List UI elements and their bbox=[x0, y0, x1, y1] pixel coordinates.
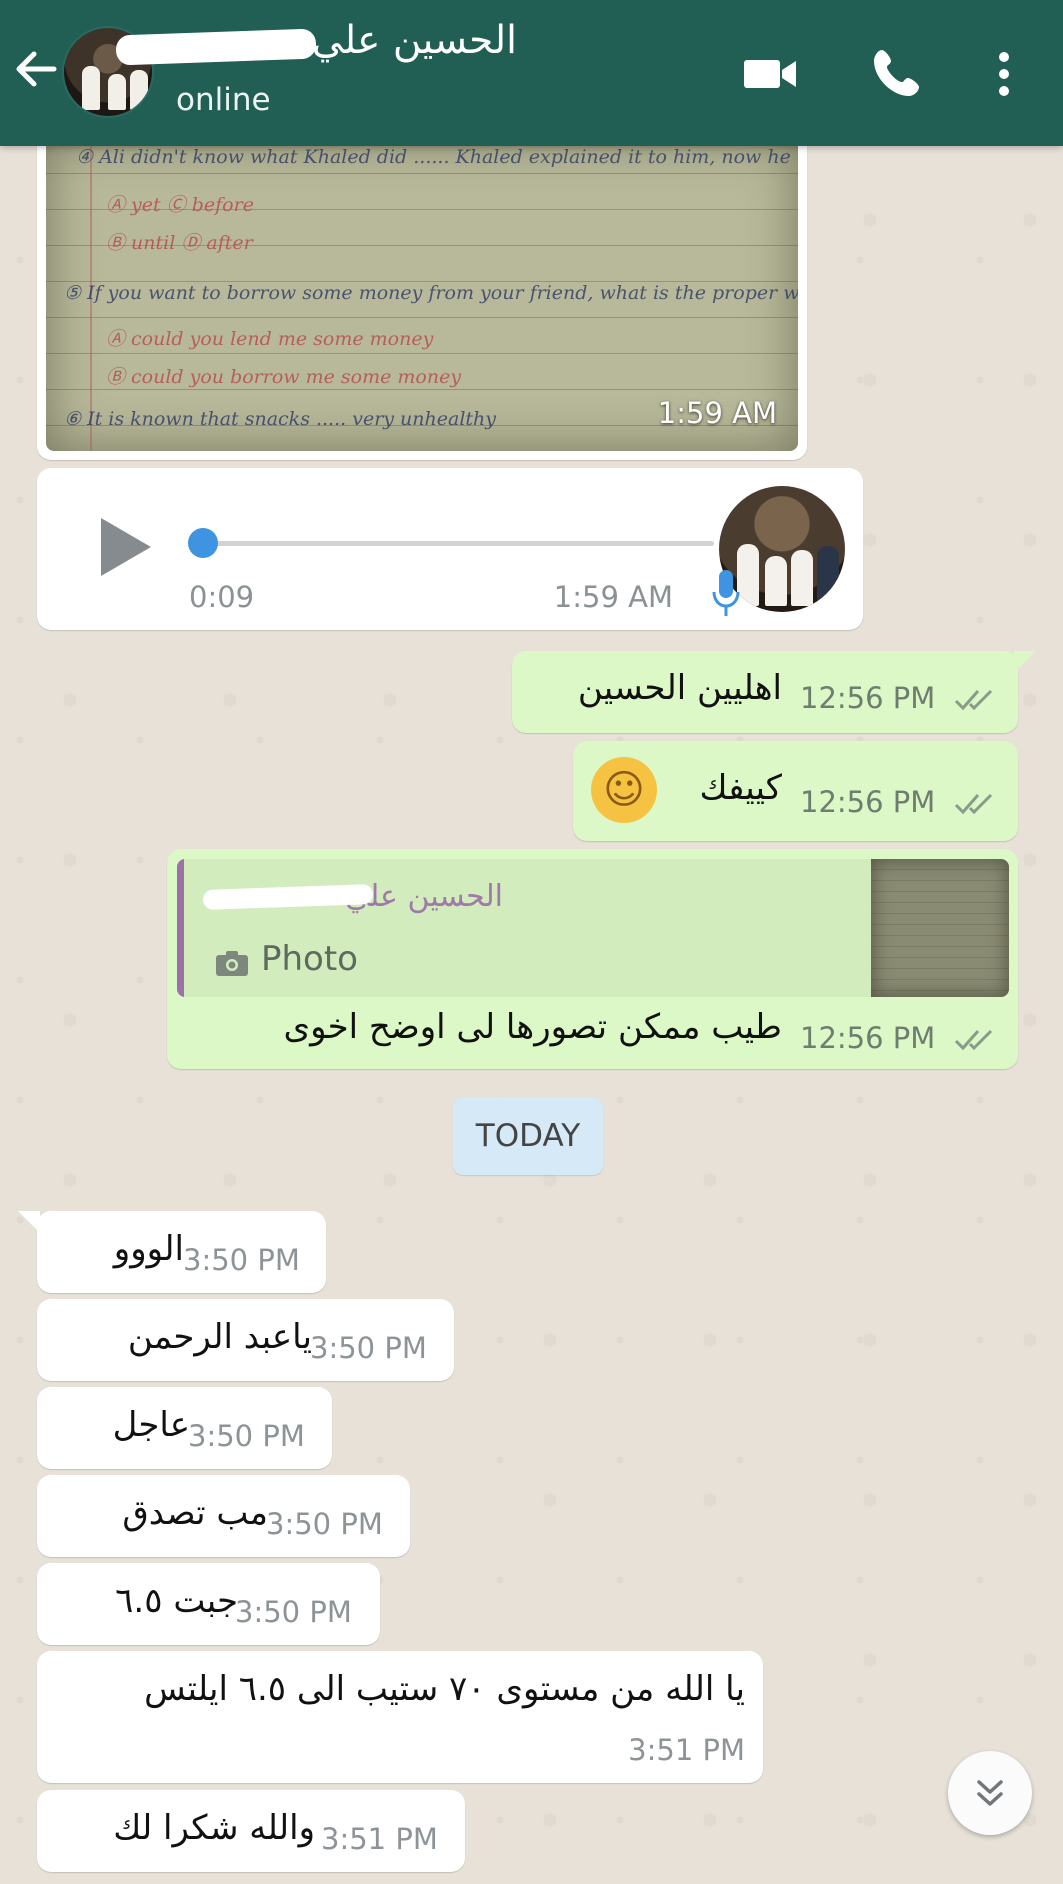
outgoing-message[interactable]: كييفك ☺ 12:56 PM bbox=[573, 741, 1018, 841]
quoted-photo-thumbnail bbox=[871, 859, 1009, 997]
message-time: 12:56 PM bbox=[800, 1021, 936, 1055]
camera-icon bbox=[216, 951, 248, 976]
scroll-down-icon bbox=[977, 1780, 1003, 1806]
mic-icon bbox=[711, 568, 741, 622]
message-time: 3:50 PM bbox=[235, 1595, 352, 1629]
smiling-face-emoji: ☺ bbox=[591, 757, 657, 823]
date-divider: TODAY bbox=[453, 1097, 603, 1175]
phone-icon[interactable] bbox=[868, 44, 928, 104]
message-text: مب تصدق bbox=[122, 1493, 268, 1533]
incoming-message[interactable]: ياعبد الرحمن 3:50 PM bbox=[37, 1299, 454, 1381]
chat-header: الحسين علي online bbox=[0, 0, 1063, 146]
back-arrow-icon[interactable] bbox=[10, 44, 60, 94]
message-text: اهليين الحسين bbox=[577, 668, 782, 708]
voice-progress-knob[interactable] bbox=[188, 528, 218, 558]
double-check-icon bbox=[954, 1029, 993, 1051]
voice-duration: 0:09 bbox=[189, 580, 255, 614]
message-text: الووو bbox=[113, 1229, 184, 1269]
voice-message: 0:09 1:59 AM bbox=[37, 468, 863, 630]
message-time: 12:56 PM bbox=[800, 681, 936, 715]
contact-status: online bbox=[176, 82, 271, 118]
video-call-icon[interactable] bbox=[740, 44, 800, 104]
outgoing-message[interactable]: اهليين الحسين 12:56 PM bbox=[512, 651, 1018, 733]
message-time: 3:50 PM bbox=[183, 1243, 300, 1277]
message-time: 3:50 PM bbox=[266, 1507, 383, 1541]
message-time: 3:50 PM bbox=[188, 1419, 305, 1453]
message-text: جبت ٦.٥ bbox=[115, 1581, 238, 1621]
message-text: عاجل bbox=[112, 1405, 190, 1445]
message-time: 1:59 AM bbox=[657, 396, 777, 430]
double-check-icon bbox=[954, 689, 993, 711]
incoming-message[interactable]: الووو 3:50 PM bbox=[37, 1211, 326, 1293]
incoming-message[interactable]: عاجل 3:50 PM bbox=[37, 1387, 332, 1469]
message-time: 1:59 AM bbox=[553, 580, 673, 614]
double-check-icon bbox=[954, 793, 993, 815]
incoming-message[interactable]: مب تصدق 3:50 PM bbox=[37, 1475, 410, 1557]
incoming-message[interactable]: جبت ٦.٥ 3:50 PM bbox=[37, 1563, 380, 1645]
image-message[interactable]: ④ Ali didn't know what Khaled did ......… bbox=[37, 138, 807, 460]
message-time: 3:51 PM bbox=[321, 1822, 438, 1856]
message-time: 3:50 PM bbox=[310, 1331, 427, 1365]
message-text: كييفك bbox=[699, 768, 782, 808]
message-text: طيب ممكن تصورها لى اوضح اخوى bbox=[283, 1007, 782, 1047]
message-text: ياعبد الرحمن bbox=[127, 1317, 312, 1357]
voice-progress-track[interactable] bbox=[189, 541, 714, 546]
contact-name[interactable]: الحسين علي bbox=[312, 18, 517, 63]
incoming-message[interactable]: والله شكرا لك 3:51 PM bbox=[37, 1790, 465, 1872]
message-text: والله شكرا لك bbox=[113, 1808, 315, 1848]
incoming-message[interactable]: يا الله من مستوى ٧٠ ستيب الى ٦.٥ ايلتس 3… bbox=[37, 1651, 763, 1783]
more-vert-icon[interactable] bbox=[976, 44, 1016, 104]
play-icon[interactable] bbox=[95, 514, 155, 584]
message-time: 3:51 PM bbox=[628, 1733, 745, 1767]
message-time: 12:56 PM bbox=[800, 785, 936, 819]
outgoing-reply-message[interactable]: الحسين علي Photo طيب ممكن تصورها لى اوضح… bbox=[167, 849, 1018, 1069]
redaction-mark bbox=[115, 28, 317, 66]
quoted-message[interactable]: الحسين علي Photo bbox=[177, 859, 1009, 997]
quoted-type: Photo bbox=[261, 939, 358, 979]
scroll-down-button[interactable] bbox=[948, 1751, 1032, 1835]
message-text: يا الله من مستوى ٧٠ ستيب الى ٦.٥ ايلتس bbox=[144, 1669, 745, 1709]
